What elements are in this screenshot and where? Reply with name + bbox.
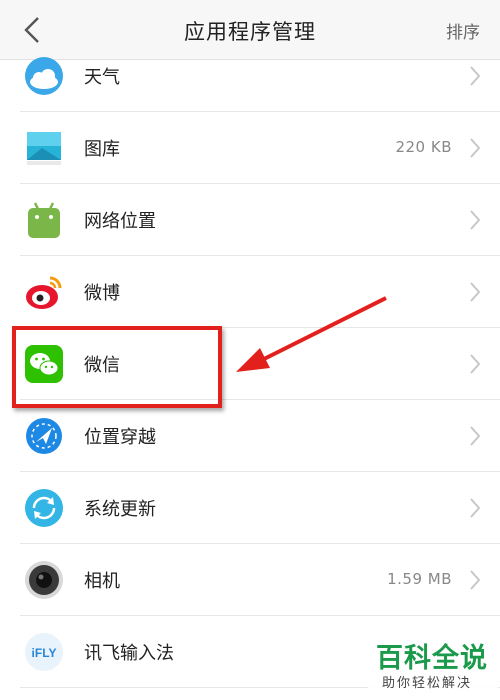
watermark: 百科全说 助你轻松解决: [368, 632, 498, 698]
watermark-subtitle: 助你轻松解决: [382, 676, 473, 691]
watermark-title: 百科全说: [376, 643, 488, 674]
annotation-arrow-icon: [236, 296, 387, 372]
